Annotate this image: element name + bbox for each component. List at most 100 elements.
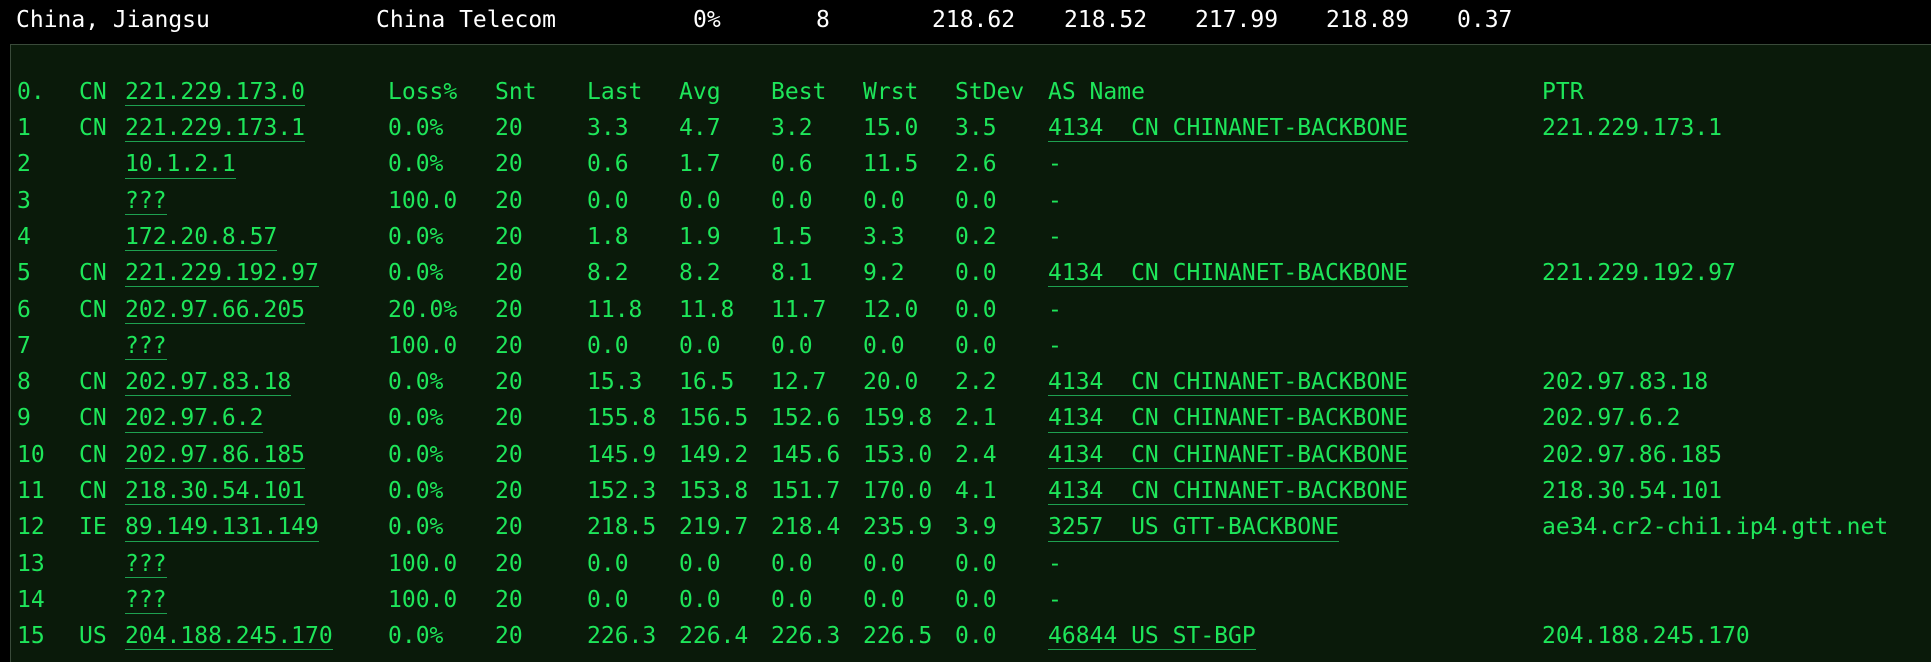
hop-asname-link[interactable]: 4134 CN CHINANET-BACKBONE [1048,442,1409,469]
hop-asname-link[interactable]: 4134 CN CHINANET-BACKBONE [1048,260,1409,288]
hop-host-link[interactable]: 202.97.86.185 [125,442,306,469]
hop-number: 2 [17,151,31,178]
hop-snt: 20 [495,151,523,178]
summary-last: 218.62 [932,7,1016,33]
hop-last: 218.5 [587,514,657,541]
header-avg: Avg [679,79,721,105]
hop-snt: 20 [495,514,523,541]
hop-wrst: 0.0 [863,332,905,359]
hop-asname-link[interactable]: 46844 US ST-BGP [1048,623,1256,651]
hop-host-link[interactable]: 10.1.2.1 [125,152,236,179]
hop-asname-link[interactable]: 3257 US GTT-BACKBONE [1048,515,1339,542]
hop-snt: 20 [495,586,523,613]
hop-number: 5 [17,260,31,287]
hop-country: CN [79,478,107,504]
hop-snt: 20 [495,332,523,359]
hop-number: 14 [17,586,45,613]
hop-stdev: 2.1 [955,405,997,432]
hop-host-link[interactable]: ??? [125,587,167,615]
hop-best: 0.6 [771,151,813,178]
hop-number: 8 [17,369,31,396]
hop-host-link[interactable]: ??? [125,188,167,215]
hop-best: 11.7 [771,296,827,323]
header-host-link[interactable]: 221.229.173.0 [125,79,306,107]
hop-ptr: 221.229.173.1 [1542,115,1723,141]
hop-loss: 0.0% [388,115,444,141]
hop-best: 145.6 [771,441,841,468]
hop-number: 7 [17,332,31,359]
hop-host-link[interactable]: 221.229.173.1 [125,115,306,143]
hop-asname-link[interactable]: 4134 CN CHINANET-BACKBONE [1048,369,1409,397]
hop-loss: 100.0 [388,586,458,613]
hop-number: 12 [17,514,45,541]
hop-asname: - [1048,187,1062,214]
hop-avg: 8.2 [679,260,721,287]
hop-avg: 0.0 [679,332,721,359]
hop-snt: 20 [495,260,523,287]
hop-last: 0.0 [587,332,629,359]
hop-wrst: 0.0 [863,187,905,214]
hop-ptr: 221.229.192.97 [1542,260,1736,287]
hop-asname: - [1048,586,1062,613]
hop-ptr: 202.97.83.18 [1542,369,1709,396]
hop-row: 14??? 100.0 20 0.0 0.0 0.0 0.0 0.0 - [11,582,1931,618]
hop-host-link[interactable]: 172.20.8.57 [125,224,278,252]
hop-number: 15 [17,623,45,650]
hop-host-link[interactable]: 204.188.245.170 [125,623,333,651]
hop-row: 13??? 100.0 20 0.0 0.0 0.0 0.0 0.0 - [11,546,1931,582]
hop-country: IE [79,514,107,541]
hop-number: 10 [17,441,45,468]
hop-wrst: 3.3 [863,223,905,250]
hop-avg: 0.0 [679,550,721,577]
hop-row: 2 10.1.2.1 0.0% 20 0.6 1.7 0.6 11.5 2.6 - [11,146,1931,182]
summary-best: 217.99 [1195,7,1279,33]
hop-number: 6 [17,296,31,323]
hop-stdev: 0.0 [955,187,997,214]
hop-country: CN [79,405,107,432]
hop-best: 218.4 [771,514,841,541]
hop-loss: 0.0% [388,151,444,178]
hop-wrst: 0.0 [863,586,905,613]
hop-host-link[interactable]: 202.97.66.205 [125,297,306,324]
header-country: CN [79,79,107,105]
hop-avg: 0.0 [679,586,721,613]
hop-asname-link[interactable]: 4134 CN CHINANET-BACKBONE [1048,115,1409,143]
summary-stdev: 0.37 [1457,7,1513,33]
hop-loss: 100.0 [388,332,458,359]
hop-loss: 0.0% [388,260,444,287]
hop-asname: - [1048,550,1062,577]
hop-host-link[interactable]: 89.149.131.149 [125,515,319,542]
summary-avg: 218.52 [1064,7,1148,33]
header-ptr: PTR [1542,79,1584,105]
hop-best: 0.0 [771,332,813,359]
hop-stdev: 0.0 [955,296,997,323]
hop-host-link[interactable]: 221.229.192.97 [125,260,319,288]
hop-asname: - [1048,332,1062,359]
hop-stdev: 0.2 [955,223,997,250]
hop-wrst: 15.0 [863,115,919,141]
hop-wrst: 9.2 [863,260,905,287]
hop-number: 1 [17,115,31,141]
hop-last: 0.0 [587,187,629,214]
hop-best: 12.7 [771,369,827,396]
hop-snt: 20 [495,478,523,504]
hop-asname-link[interactable]: 4134 CN CHINANET-BACKBONE [1048,478,1409,506]
hop-host-link[interactable]: ??? [125,551,167,578]
hop-stdev: 2.4 [955,441,997,468]
hop-host-link[interactable]: 202.97.83.18 [125,369,292,397]
hop-host-link[interactable]: 202.97.6.2 [125,406,264,433]
hop-best: 8.1 [771,260,813,287]
hop-asname-link[interactable]: 4134 CN CHINANET-BACKBONE [1048,406,1409,433]
header-best: Best [771,79,827,105]
hop-row: 10 CN 202.97.86.185 0.0% 20 145.9 149.2 145.6 15… [11,437,1931,473]
hop-avg: 226.4 [679,623,749,650]
hop-best: 1.5 [771,223,813,250]
hop-host-link[interactable]: ??? [125,333,167,361]
hop-host-link[interactable]: 218.30.54.101 [125,478,306,506]
hop-best: 3.2 [771,115,813,141]
header-asname: AS Name [1048,79,1145,105]
trace-panel: 0. CN 221.229.173.0 Loss% Snt Last Avg B… [10,44,1931,662]
hop-last: 11.8 [587,296,643,323]
hop-asname: - [1048,151,1062,178]
hop-best: 151.7 [771,478,841,504]
